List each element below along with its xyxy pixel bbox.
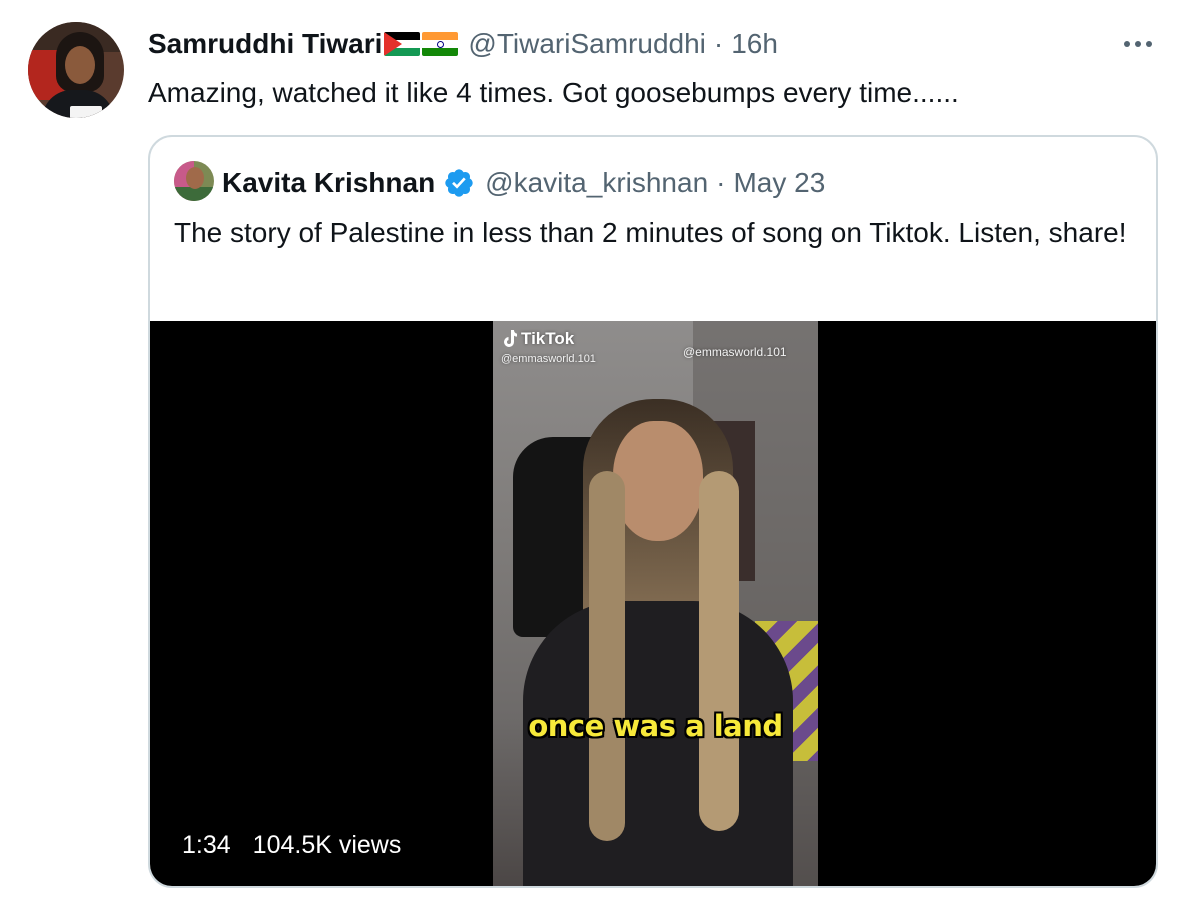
quoted-avatar[interactable] [174, 161, 214, 201]
quoted-tweet-card[interactable]: Kavita Krishnan @kavita_krishnan · May 2… [148, 135, 1158, 888]
video-duration: 1:34 [182, 831, 231, 859]
quoted-separator-dot: · [716, 167, 726, 198]
avatar-shirt-logo [70, 106, 102, 118]
india-flag-icon [422, 32, 459, 56]
avatar-face [65, 46, 95, 84]
video-person-body [523, 601, 793, 886]
video-person-face [613, 421, 703, 541]
tiktok-logo-icon [504, 330, 517, 347]
quoted-display-name[interactable]: Kavita Krishnan [222, 167, 435, 199]
tiktok-brand-text: TikTok [521, 329, 575, 348]
quoted-tweet-text: The story of Palestine in less than 2 mi… [174, 217, 1127, 248]
quoted-tweet-header: Kavita Krishnan @kavita_krishnan · May 2… [222, 165, 825, 201]
tweet-timestamp[interactable]: 16h [731, 28, 778, 60]
tiktok-username-top-left: @emmasworld.101 [501, 353, 596, 365]
separator-dot: · [713, 28, 724, 59]
display-name[interactable]: Samruddhi Tiwari [148, 28, 382, 60]
tiktok-username-top-right: @emmasworld.101 [683, 345, 787, 359]
tiktok-watermark: TikTok [503, 329, 574, 349]
video-meta: 1:34 104.5K views [182, 831, 401, 860]
video-person-hair-left [589, 471, 625, 841]
tweet-header: Samruddhi Tiwari @TiwariSamruddhi · 16h [148, 26, 778, 62]
video-view-count: 104.5K views [252, 831, 402, 859]
avatar[interactable] [28, 22, 124, 118]
user-handle[interactable]: @TiwariSamruddhi [468, 28, 705, 60]
tweet[interactable]: Samruddhi Tiwari @TiwariSamruddhi · 16h … [0, 0, 1196, 899]
tweet-text: Amazing, watched it like 4 times. Got go… [148, 77, 959, 108]
video-frame[interactable]: TikTok @emmasworld.101 @emmasworld.101 o… [493, 321, 818, 886]
more-options-icon[interactable] [1118, 30, 1158, 58]
video-caption: once was a land [528, 709, 783, 743]
quoted-user-handle[interactable]: @kavita_krishnan [485, 167, 708, 199]
verified-badge-icon [445, 169, 473, 197]
video-player[interactable]: TikTok @emmasworld.101 @emmasworld.101 o… [150, 321, 1156, 886]
quoted-tweet-date[interactable]: May 23 [733, 167, 825, 199]
palestine-flag-icon [384, 32, 421, 56]
video-person-hair-right [699, 471, 739, 831]
